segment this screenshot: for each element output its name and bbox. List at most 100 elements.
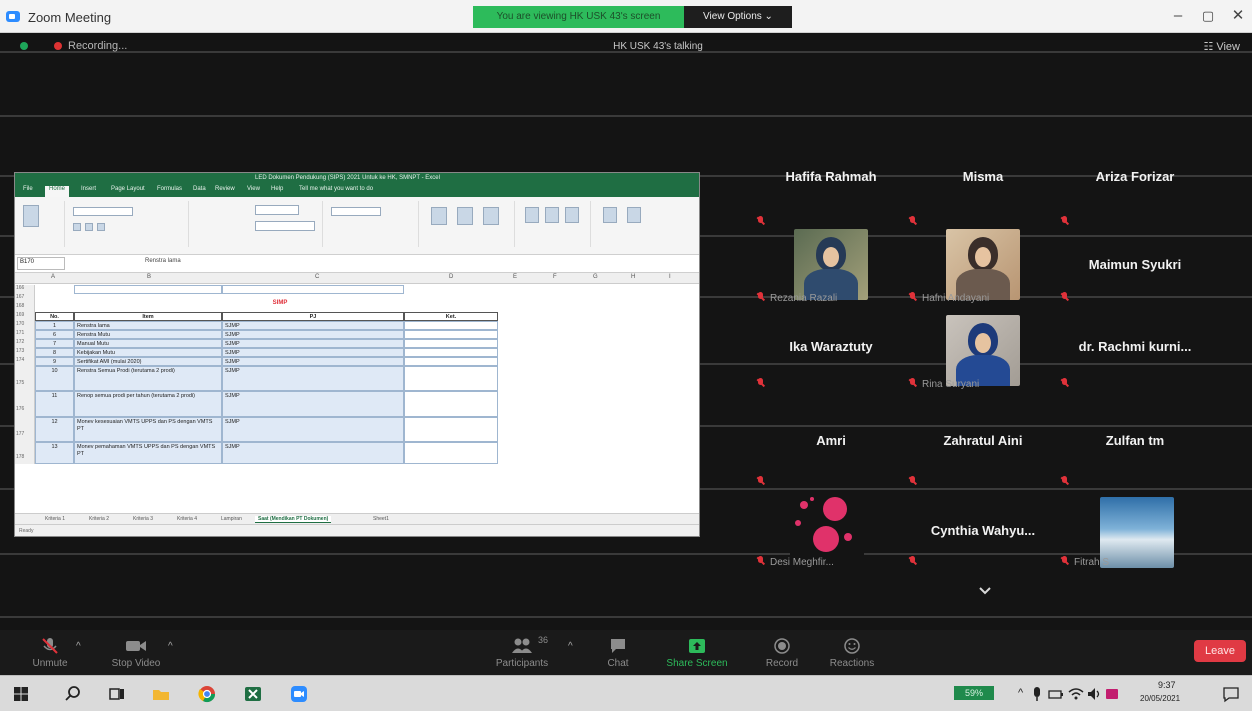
windows-start-icon[interactable] [12,685,30,703]
excel-tab-formulas[interactable]: Formulas [157,186,182,197]
excel-tab-home[interactable]: Home [45,186,70,197]
meeting-tray-icon[interactable] [1104,685,1120,703]
cell-ket[interactable] [404,321,498,330]
cell-no[interactable]: 6 [35,330,74,339]
cell-item[interactable]: Monev kesesuaian VMTS UPPS dan PS dengan… [74,417,222,442]
sort-filter-icon[interactable] [603,207,617,223]
paste-icon[interactable] [23,205,39,227]
row-number[interactable]: 176 [15,391,35,417]
header-ket[interactable]: Ket. [404,312,498,321]
view-options-button[interactable]: View Options ⌄ [684,6,792,28]
leave-button[interactable]: Leave [1194,640,1246,662]
security-shield-icon[interactable] [20,42,28,50]
row-number[interactable]: 174 [15,357,35,366]
wrap-text-button[interactable] [255,205,299,215]
close-button[interactable]: ✕ [1223,5,1252,27]
participant-tile[interactable]: Misma [908,153,1058,235]
cell-ket[interactable] [404,366,498,391]
cell-ket[interactable] [404,442,498,464]
font-name-select[interactable] [73,207,133,216]
cell-pj[interactable]: SJMP [222,442,404,464]
battery-tray-icon[interactable] [1048,685,1064,703]
excel-tab-file[interactable]: File [23,186,33,197]
cell-no[interactable]: 13 [35,442,74,464]
row-number[interactable]: 167 [15,294,35,303]
cell-no[interactable]: 11 [35,391,74,417]
row-number[interactable]: 170 [15,321,35,330]
tray-expand-icon[interactable]: ^ [1018,687,1023,699]
participant-tile[interactable]: Ika Waraztuty [756,315,906,397]
participant-tile[interactable]: Amri [756,413,906,495]
cell-pj[interactable]: SJMP [222,348,404,357]
row-number[interactable]: 175 [15,366,35,391]
participant-tile[interactable]: Maimun Syukri [1060,229,1210,311]
cell-pj[interactable]: SJMP [222,391,404,417]
column-header[interactable]: A [51,274,55,280]
excel-tab-view[interactable]: View [247,186,260,197]
participant-tile[interactable]: Rezania Razali [756,229,906,311]
cell-ket[interactable] [404,339,498,348]
spreadsheet-grid[interactable]: 166 167 168 169 170 171 172 173 174 175 … [15,285,699,505]
participant-tile[interactable]: Zahratul Aini [908,413,1058,495]
header-item[interactable]: Item [74,312,222,321]
participant-tile[interactable]: dr. Rachmi kurni... [1060,315,1210,397]
empty-cell[interactable] [74,285,222,294]
cell-no[interactable]: 9 [35,357,74,366]
search-icon[interactable] [64,685,82,703]
reactions-button[interactable]: Reactions [824,633,880,673]
cell-styles-icon[interactable] [483,207,499,225]
cell-ket[interactable] [404,357,498,366]
cell-item[interactable]: Renop semua prodi per tahun (terutama 2 … [74,391,222,417]
find-select-icon[interactable] [627,207,641,223]
sheet-tab[interactable]: Kriteria 4 [177,516,197,522]
number-format-select[interactable] [331,207,381,216]
cell-no[interactable]: 8 [35,348,74,357]
chevron-down-icon[interactable] [978,584,992,598]
sheet-tab[interactable]: Kriteria 1 [45,516,65,522]
row-number[interactable]: 177 [15,417,35,442]
row-number[interactable]: 173 [15,348,35,357]
column-header[interactable]: B [147,274,151,280]
unmute-button[interactable]: Unmute [28,633,72,673]
clock-time[interactable]: 9:37 [1158,680,1176,690]
audio-options-caret[interactable]: ^ [76,641,81,652]
column-header[interactable]: I [669,274,671,280]
sheet-tab[interactable]: Kriteria 2 [89,516,109,522]
cell-no[interactable]: 1 [35,321,74,330]
sheet-tab[interactable]: Kriteria 3 [133,516,153,522]
cell-pj[interactable]: SJMP [222,321,404,330]
cell-item[interactable]: Sertifikat AMI (mulai 2020) [74,357,222,366]
participant-tile[interactable]: Hafni Andayani [908,229,1058,311]
italic-icon[interactable] [85,223,93,231]
name-box[interactable]: B170 [17,257,65,270]
cell-item[interactable]: Renstra Semua Prodi (terutama 2 prodi) [74,366,222,391]
format-cells-icon[interactable] [565,207,579,223]
cell-no[interactable]: 7 [35,339,74,348]
header-no[interactable]: No. [35,312,74,321]
row-number[interactable]: 169 [15,312,35,321]
excel-tab-data[interactable]: Data [193,186,206,197]
file-explorer-icon[interactable] [152,685,170,703]
zoom-icon[interactable] [290,685,308,703]
row-number[interactable]: 178 [15,442,35,464]
cell-pj[interactable]: SJMP [222,339,404,348]
participant-tile[interactable]: Desi Meghfir... [756,493,906,575]
chat-button[interactable]: Chat [598,633,638,673]
cell-pj[interactable]: SJMP [222,366,404,391]
formula-input[interactable]: Renstra lama [145,258,181,264]
stop-video-button[interactable]: Stop Video [106,633,166,673]
header-pj[interactable]: PJ [222,312,404,321]
insert-cells-icon[interactable] [525,207,539,223]
notifications-icon[interactable] [1222,685,1240,703]
row-number[interactable]: 168 [15,303,35,312]
participant-tile[interactable]: Zulfan tm [1060,413,1210,495]
cell-pj[interactable]: SJMP [222,330,404,339]
cell-ket[interactable] [404,417,498,442]
cell-ket[interactable] [404,330,498,339]
excel-tab-insert[interactable]: Insert [81,186,96,197]
cell-no[interactable]: 12 [35,417,74,442]
cell-item[interactable]: Manual Mutu [74,339,222,348]
maximize-button[interactable]: ▢ [1193,5,1223,27]
participants-options-caret[interactable]: ^ [568,641,573,652]
cell-item[interactable]: Kebijakan Mutu [74,348,222,357]
